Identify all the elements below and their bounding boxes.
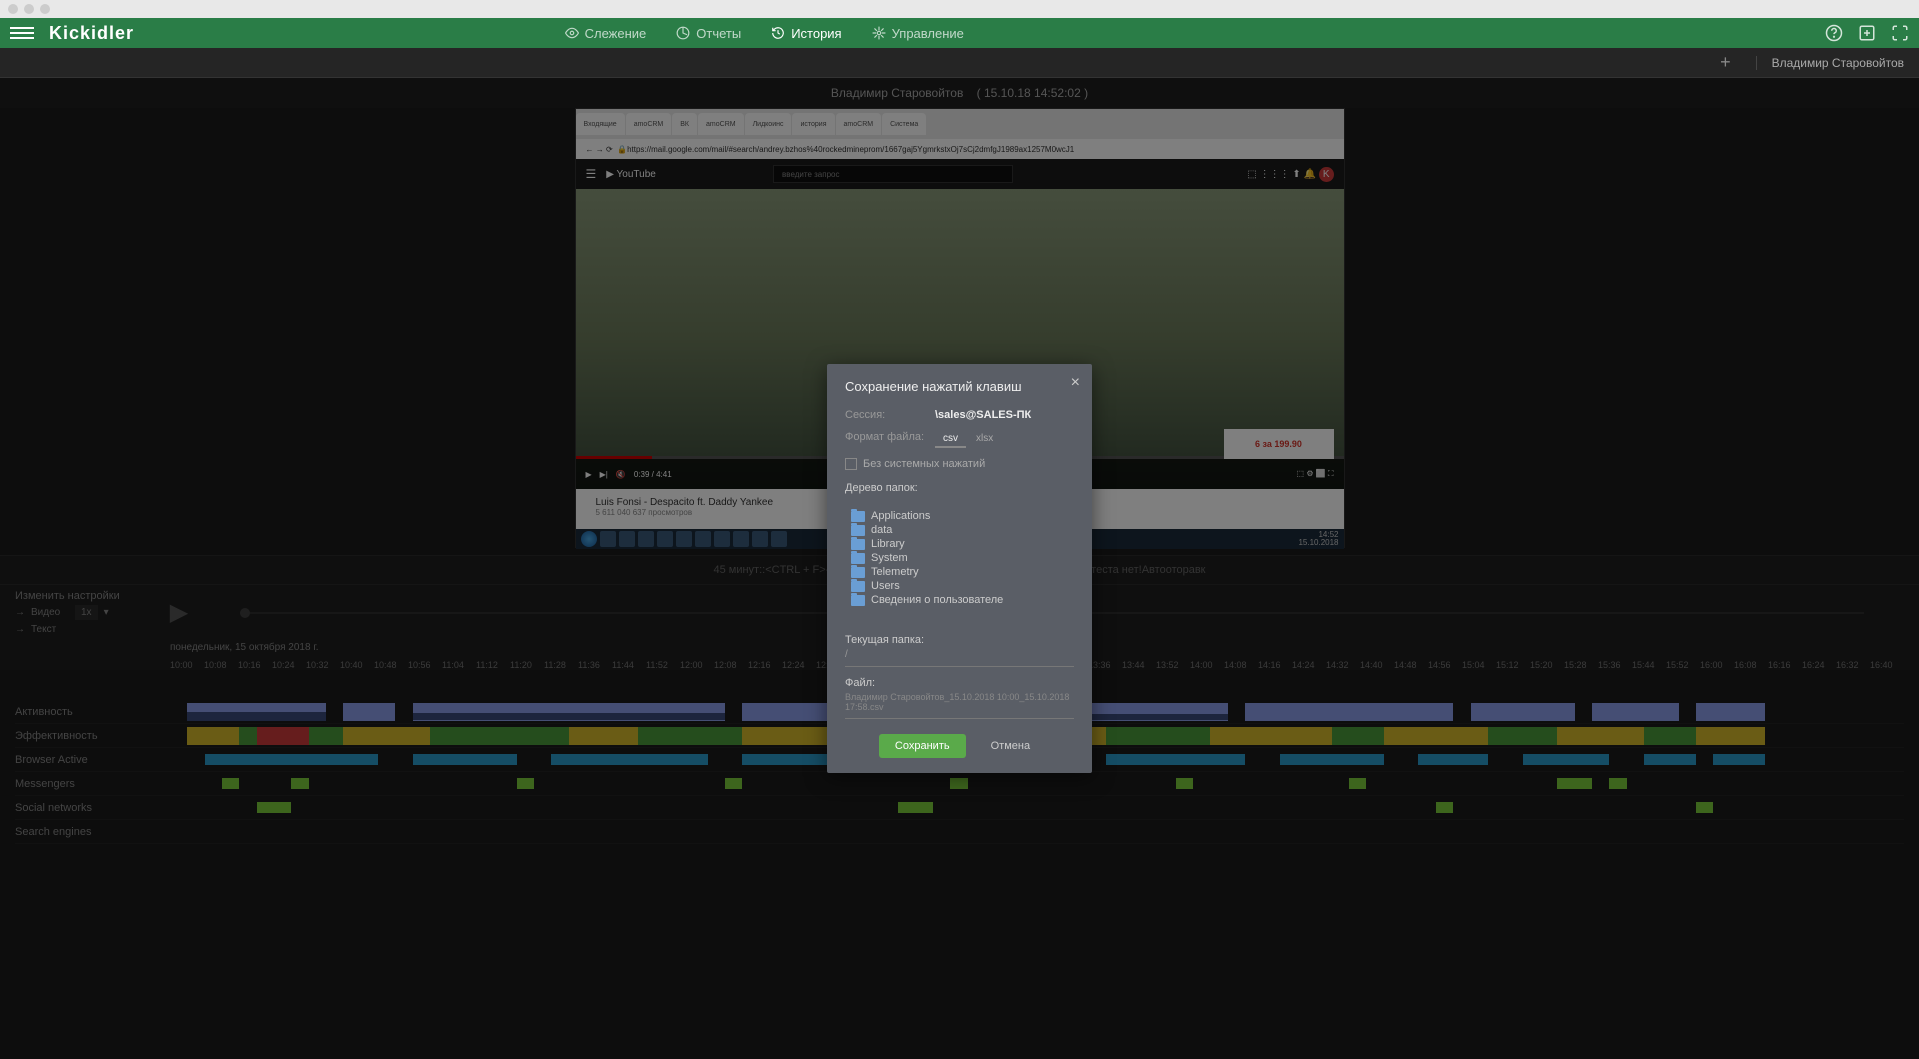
close-icon[interactable]: ×	[1071, 374, 1080, 392]
nav-control-label: Управление	[892, 26, 964, 41]
modal-overlay: × Сохранение нажатий клавиш Сессия: \sal…	[0, 78, 1919, 1059]
file-value[interactable]: Владимир Старовойтов_15.10.2018 10:00_15…	[845, 692, 1074, 719]
folder-icon	[851, 567, 865, 578]
folder-icon	[851, 539, 865, 550]
mac-min-btn[interactable]	[24, 4, 34, 14]
folder-icon	[851, 553, 865, 564]
nav-history[interactable]: История	[771, 26, 841, 41]
chart-icon	[676, 26, 690, 40]
nav-tracking-label: Слежение	[585, 26, 647, 41]
current-user: Владимир Старовойтов	[1756, 56, 1904, 70]
folder-name: Library	[871, 538, 905, 550]
format-row: Формат файла: csv xlsx	[845, 431, 1074, 448]
file-label: Файл:	[845, 677, 1074, 689]
save-button[interactable]: Сохранить	[879, 734, 966, 758]
nav-tracking[interactable]: Слежение	[565, 26, 647, 41]
history-icon	[771, 26, 785, 40]
folder-item[interactable]: Telemetry	[845, 565, 1074, 579]
folder-name: System	[871, 552, 908, 564]
format-xlsx[interactable]: xlsx	[968, 431, 1001, 448]
help-icon[interactable]	[1825, 24, 1843, 42]
folder-icon	[851, 525, 865, 536]
folder-name: Applications	[871, 510, 930, 522]
dialog-title: Сохранение нажатий клавиш	[845, 379, 1074, 394]
nav-reports[interactable]: Отчеты	[676, 26, 741, 41]
folder-name: data	[871, 524, 892, 536]
folder-icon	[851, 581, 865, 592]
folder-icon	[851, 511, 865, 522]
cancel-button[interactable]: Отмена	[981, 734, 1040, 758]
hamburger-icon[interactable]	[10, 21, 34, 45]
folder-item[interactable]: Applications	[845, 509, 1074, 523]
nav-history-label: История	[791, 26, 841, 41]
dialog-buttons: Сохранить Отмена	[845, 734, 1074, 758]
no-system-label: Без системных нажатий	[863, 458, 985, 470]
mac-max-btn[interactable]	[40, 4, 50, 14]
folder-name: Telemetry	[871, 566, 919, 578]
fullscreen-icon[interactable]	[1891, 24, 1909, 42]
main-content: Владимир Старовойтов ( 15.10.18 14:52:02…	[0, 78, 1919, 1059]
nav-control[interactable]: Управление	[872, 26, 964, 41]
subheader: + Владимир Старовойтов	[0, 48, 1919, 78]
session-label: Сессия:	[845, 409, 935, 421]
current-folder-label: Текущая папка:	[845, 634, 1074, 646]
add-tab-icon[interactable]: +	[1720, 52, 1731, 73]
format-label: Формат файла:	[845, 431, 935, 448]
folder-name: Users	[871, 580, 900, 592]
folder-tree: Applications data Library System Telemetry Us…	[845, 504, 1074, 624]
save-keystrokes-dialog: × Сохранение нажатий клавиш Сессия: \sal…	[827, 364, 1092, 773]
no-system-checkbox-row[interactable]: Без системных нажатий	[845, 458, 1074, 470]
eye-icon	[565, 26, 579, 40]
header-right	[1825, 24, 1909, 42]
session-row: Сессия: \sales@SALES-ПК	[845, 409, 1074, 421]
tree-label: Дерево папок:	[845, 482, 1074, 494]
folder-item[interactable]: Library	[845, 537, 1074, 551]
mac-close-btn[interactable]	[8, 4, 18, 14]
header-nav: Слежение Отчеты История Управление	[565, 26, 964, 41]
folder-item[interactable]: System	[845, 551, 1074, 565]
app-logo: Kickidler	[49, 23, 134, 44]
session-value: \sales@SALES-ПК	[935, 409, 1031, 421]
format-csv[interactable]: csv	[935, 431, 966, 448]
folder-item[interactable]: Users	[845, 579, 1074, 593]
app-header: Kickidler Слежение Отчеты История Управл…	[0, 18, 1919, 48]
folder-name: Сведения о пользователе	[871, 594, 1003, 606]
folder-item[interactable]: data	[845, 523, 1074, 537]
new-window-icon[interactable]	[1858, 24, 1876, 42]
nav-reports-label: Отчеты	[696, 26, 741, 41]
checkbox-icon[interactable]	[845, 458, 857, 470]
gear-icon	[872, 26, 886, 40]
folder-item[interactable]: Сведения о пользователе	[845, 593, 1074, 607]
mac-titlebar	[0, 0, 1919, 18]
folder-icon	[851, 595, 865, 606]
current-folder-value: /	[845, 649, 1074, 667]
format-toggle: csv xlsx	[935, 431, 1001, 448]
